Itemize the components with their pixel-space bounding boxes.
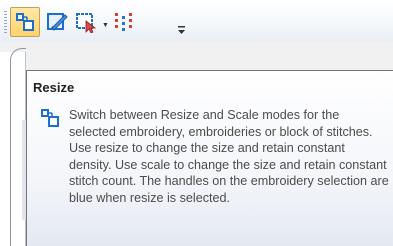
resize-tooltip: Resize Switch between Resize and Scale m… xyxy=(26,70,393,246)
tooltip-title: Resize xyxy=(33,80,75,95)
color-sequence-button[interactable] xyxy=(110,7,138,37)
toolbar: ▼ xyxy=(0,0,393,42)
edit-stitches-icon xyxy=(47,13,68,31)
select-region-button[interactable] xyxy=(73,7,99,37)
select-region-icon xyxy=(76,13,97,33)
tooltip-description: Switch between Resize and Scale modes fo… xyxy=(69,108,389,205)
select-dropdown-arrow-icon[interactable]: ▼ xyxy=(102,22,109,29)
toolbar-options-icon[interactable] xyxy=(178,26,185,35)
resize-mode-icon xyxy=(16,13,34,31)
color-sequence-icon xyxy=(115,13,132,31)
resize-mode-icon xyxy=(41,109,59,127)
toolbar-grip-handle[interactable] xyxy=(4,11,7,33)
resize-mode-button[interactable] xyxy=(10,7,40,37)
edit-stitches-button[interactable] xyxy=(44,7,70,37)
application-window: ▼ Resize Switch between Resize and Scale… xyxy=(0,0,393,246)
